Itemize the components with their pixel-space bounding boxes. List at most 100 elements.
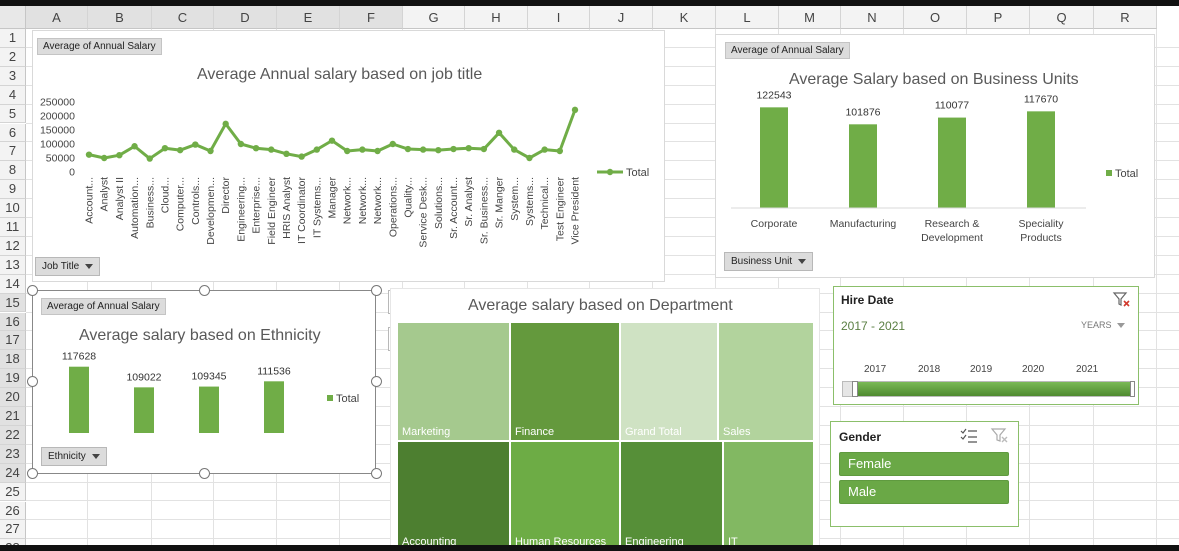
row-header-20[interactable]: 20	[0, 388, 26, 407]
row-header-18[interactable]: 18	[0, 350, 26, 370]
data-point[interactable]	[435, 146, 442, 154]
row-header-3[interactable]: 3	[0, 66, 26, 86]
row-header-21[interactable]: 21	[0, 407, 26, 426]
timeline-year-label[interactable]: 2017	[864, 364, 886, 375]
row-header-7[interactable]: 7	[0, 142, 26, 162]
column-header-m[interactable]: M	[779, 6, 841, 29]
treemap-cell[interactable]: Finance	[510, 322, 620, 441]
timeline-year-label[interactable]: 2018	[918, 364, 940, 375]
column-header-r[interactable]: R	[1094, 6, 1157, 29]
row-header-19[interactable]: 19	[0, 369, 26, 389]
treemap-cell[interactable]: Marketing	[397, 322, 510, 441]
series-line-total[interactable]	[88, 109, 577, 161]
row-header-1[interactable]: 1	[0, 29, 26, 48]
column-header-g[interactable]: G	[403, 6, 465, 29]
data-point[interactable]	[511, 146, 518, 153]
row-header-23[interactable]: 23	[0, 444, 26, 464]
timeline-selection-bar[interactable]	[856, 382, 1133, 396]
business-unit-chart[interactable]: Average of Annual Salary Average Salary …	[715, 34, 1155, 278]
clear-filter-icon[interactable]	[990, 426, 1010, 444]
data-point[interactable]	[495, 129, 503, 136]
resize-handle-bottom-right[interactable]	[371, 468, 382, 479]
timeline-unit-dropdown[interactable]: YEARS	[1081, 320, 1126, 330]
row-header-11[interactable]: 11	[0, 218, 26, 237]
row-header-13[interactable]: 13	[0, 255, 26, 275]
column-header-l[interactable]: L	[716, 6, 779, 29]
treemap-cell[interactable]: Sales	[718, 322, 814, 441]
resize-handle-top[interactable]	[199, 285, 210, 296]
gender-item-female[interactable]: Female	[839, 452, 1009, 476]
data-point[interactable]	[161, 145, 169, 152]
data-point[interactable]	[359, 146, 366, 153]
data-point[interactable]	[571, 106, 579, 114]
row-header-8[interactable]: 8	[0, 161, 26, 181]
data-point[interactable]	[252, 145, 260, 152]
data-point[interactable]	[404, 145, 412, 153]
multi-select-icon[interactable]	[959, 427, 979, 445]
row-header-2[interactable]: 2	[0, 47, 26, 67]
column-header-j[interactable]: J	[590, 6, 653, 29]
data-point[interactable]	[541, 146, 548, 153]
timeline-year-label[interactable]: 2019	[970, 364, 992, 375]
resize-handle-left[interactable]	[27, 376, 38, 387]
bar[interactable]	[938, 117, 966, 208]
bar[interactable]	[134, 387, 154, 433]
data-point[interactable]	[222, 120, 229, 128]
data-point[interactable]	[374, 147, 381, 155]
treemap-cell[interactable]: IT	[723, 441, 814, 551]
column-header-d[interactable]: D	[214, 6, 277, 29]
data-point[interactable]	[465, 145, 472, 152]
resize-handle-top-left[interactable]	[27, 285, 38, 296]
row-header-17[interactable]: 17	[0, 331, 26, 351]
data-point[interactable]	[100, 154, 108, 162]
bar[interactable]	[264, 381, 284, 433]
row-header-12[interactable]: 12	[0, 236, 26, 256]
hire-date-timeline[interactable]: Hire Date 2017 - 2021 YEARS 2017 2018 2019…	[833, 286, 1139, 405]
bar[interactable]	[199, 386, 219, 433]
data-point[interactable]	[146, 155, 153, 162]
row-header-6[interactable]: 6	[0, 123, 26, 143]
column-header-o[interactable]: O	[904, 6, 967, 29]
data-point[interactable]	[85, 151, 93, 158]
treemap-cell[interactable]: Grand Total	[620, 322, 718, 441]
column-header-k[interactable]: K	[653, 6, 716, 29]
data-point[interactable]	[419, 146, 427, 153]
ethnicity-chart[interactable]: Average of Annual Salary Average salary …	[32, 290, 376, 474]
data-point[interactable]	[480, 145, 488, 153]
row-header-27[interactable]: 27	[0, 520, 26, 540]
timeline-year-label[interactable]: 2021	[1076, 364, 1098, 375]
data-point[interactable]	[268, 146, 275, 153]
job-title-chart[interactable]: Average of Annual Salary Average Annual …	[32, 30, 665, 282]
data-point[interactable]	[556, 147, 564, 155]
data-point[interactable]	[298, 153, 305, 160]
column-header-n[interactable]: N	[841, 6, 904, 29]
column-header-a[interactable]: A	[26, 6, 88, 29]
treemap-cell[interactable]: Engineering	[620, 441, 723, 551]
data-point[interactable]	[283, 150, 290, 157]
ethnicity-filter-button[interactable]: Ethnicity	[41, 447, 107, 466]
data-point[interactable]	[176, 146, 184, 154]
row-header-10[interactable]: 10	[0, 199, 26, 218]
data-point[interactable]	[116, 152, 123, 159]
row-header-4[interactable]: 4	[0, 85, 26, 105]
row-header-22[interactable]: 22	[0, 425, 26, 445]
row-header-24[interactable]: 24	[0, 463, 26, 483]
bar[interactable]	[1027, 111, 1055, 208]
resize-handle-right[interactable]	[371, 376, 382, 387]
data-point[interactable]	[237, 140, 245, 148]
column-header-i[interactable]: I	[528, 6, 590, 29]
timeline-left-handle[interactable]	[852, 381, 858, 397]
treemap-cell[interactable]: Human Resources	[510, 441, 620, 551]
data-point[interactable]	[131, 143, 138, 150]
row-header-26[interactable]: 26	[0, 501, 26, 521]
row-header-15[interactable]: 15	[0, 293, 26, 313]
bar[interactable]	[69, 366, 89, 433]
bar[interactable]	[849, 124, 877, 208]
row-header-14[interactable]: 14	[0, 274, 26, 294]
row-header-9[interactable]: 9	[0, 180, 26, 200]
data-point[interactable]	[526, 154, 533, 162]
data-point[interactable]	[313, 146, 321, 153]
gender-slicer[interactable]: Gender Female Male	[830, 421, 1019, 527]
column-header-p[interactable]: P	[967, 6, 1030, 29]
row-header-16[interactable]: 16	[0, 312, 26, 332]
